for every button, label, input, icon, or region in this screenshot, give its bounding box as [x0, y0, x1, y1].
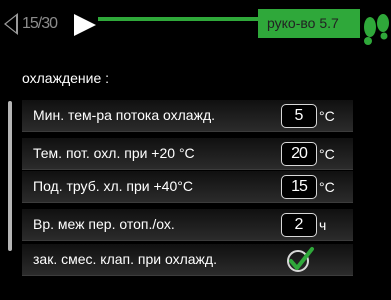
scrollbar[interactable]	[8, 101, 12, 251]
setting-row-min-cooling-flow-temp[interactable]: Мин. тем-ра потока охлажд. 5 °C	[22, 100, 353, 132]
nav-next-icon[interactable]	[74, 14, 96, 36]
setting-row-flow-temp-at-20[interactable]: Тем. пот. охл. при +20 °C 20 °C	[22, 138, 353, 170]
setting-label: Мин. тем-ра потока охлажд.	[33, 107, 215, 123]
setting-row-heat-cool-interval[interactable]: Вр. меж пер. отоп./ох. 2 ч	[22, 209, 353, 241]
setting-label: Вр. меж пер. отоп./ох.	[33, 216, 175, 232]
setting-label: Под. труб. хл. при +40°C	[33, 178, 193, 194]
value-field[interactable]: 2	[281, 213, 317, 237]
setting-row-close-mixing-valve[interactable]: зак. смес. клап. при охлажд.	[22, 244, 353, 276]
page-counter: 15/30	[22, 15, 58, 32]
value-field[interactable]: 15	[281, 175, 317, 199]
value-field[interactable]: 5	[281, 104, 317, 128]
checkmark-icon[interactable]	[284, 246, 316, 274]
setting-label: Тем. пот. охл. при +20 °C	[33, 145, 195, 161]
guide-label: руко-во 5.7	[258, 9, 360, 38]
unit-label: °C	[319, 179, 335, 195]
setting-row-flow-temp-at-40[interactable]: Под. труб. хл. при +40°C 15 °C	[22, 171, 353, 203]
header-divider	[98, 17, 258, 21]
nav-prev-icon[interactable]	[4, 13, 18, 35]
value-field[interactable]: 20	[281, 142, 317, 166]
setting-label: зак. смес. клап. при охлажд.	[33, 251, 217, 267]
unit-label: °C	[319, 146, 335, 162]
footsteps-icon	[364, 14, 389, 45]
unit-label: °C	[319, 108, 335, 124]
unit-label: ч	[319, 217, 327, 233]
section-title: охлаждение :	[22, 70, 110, 86]
